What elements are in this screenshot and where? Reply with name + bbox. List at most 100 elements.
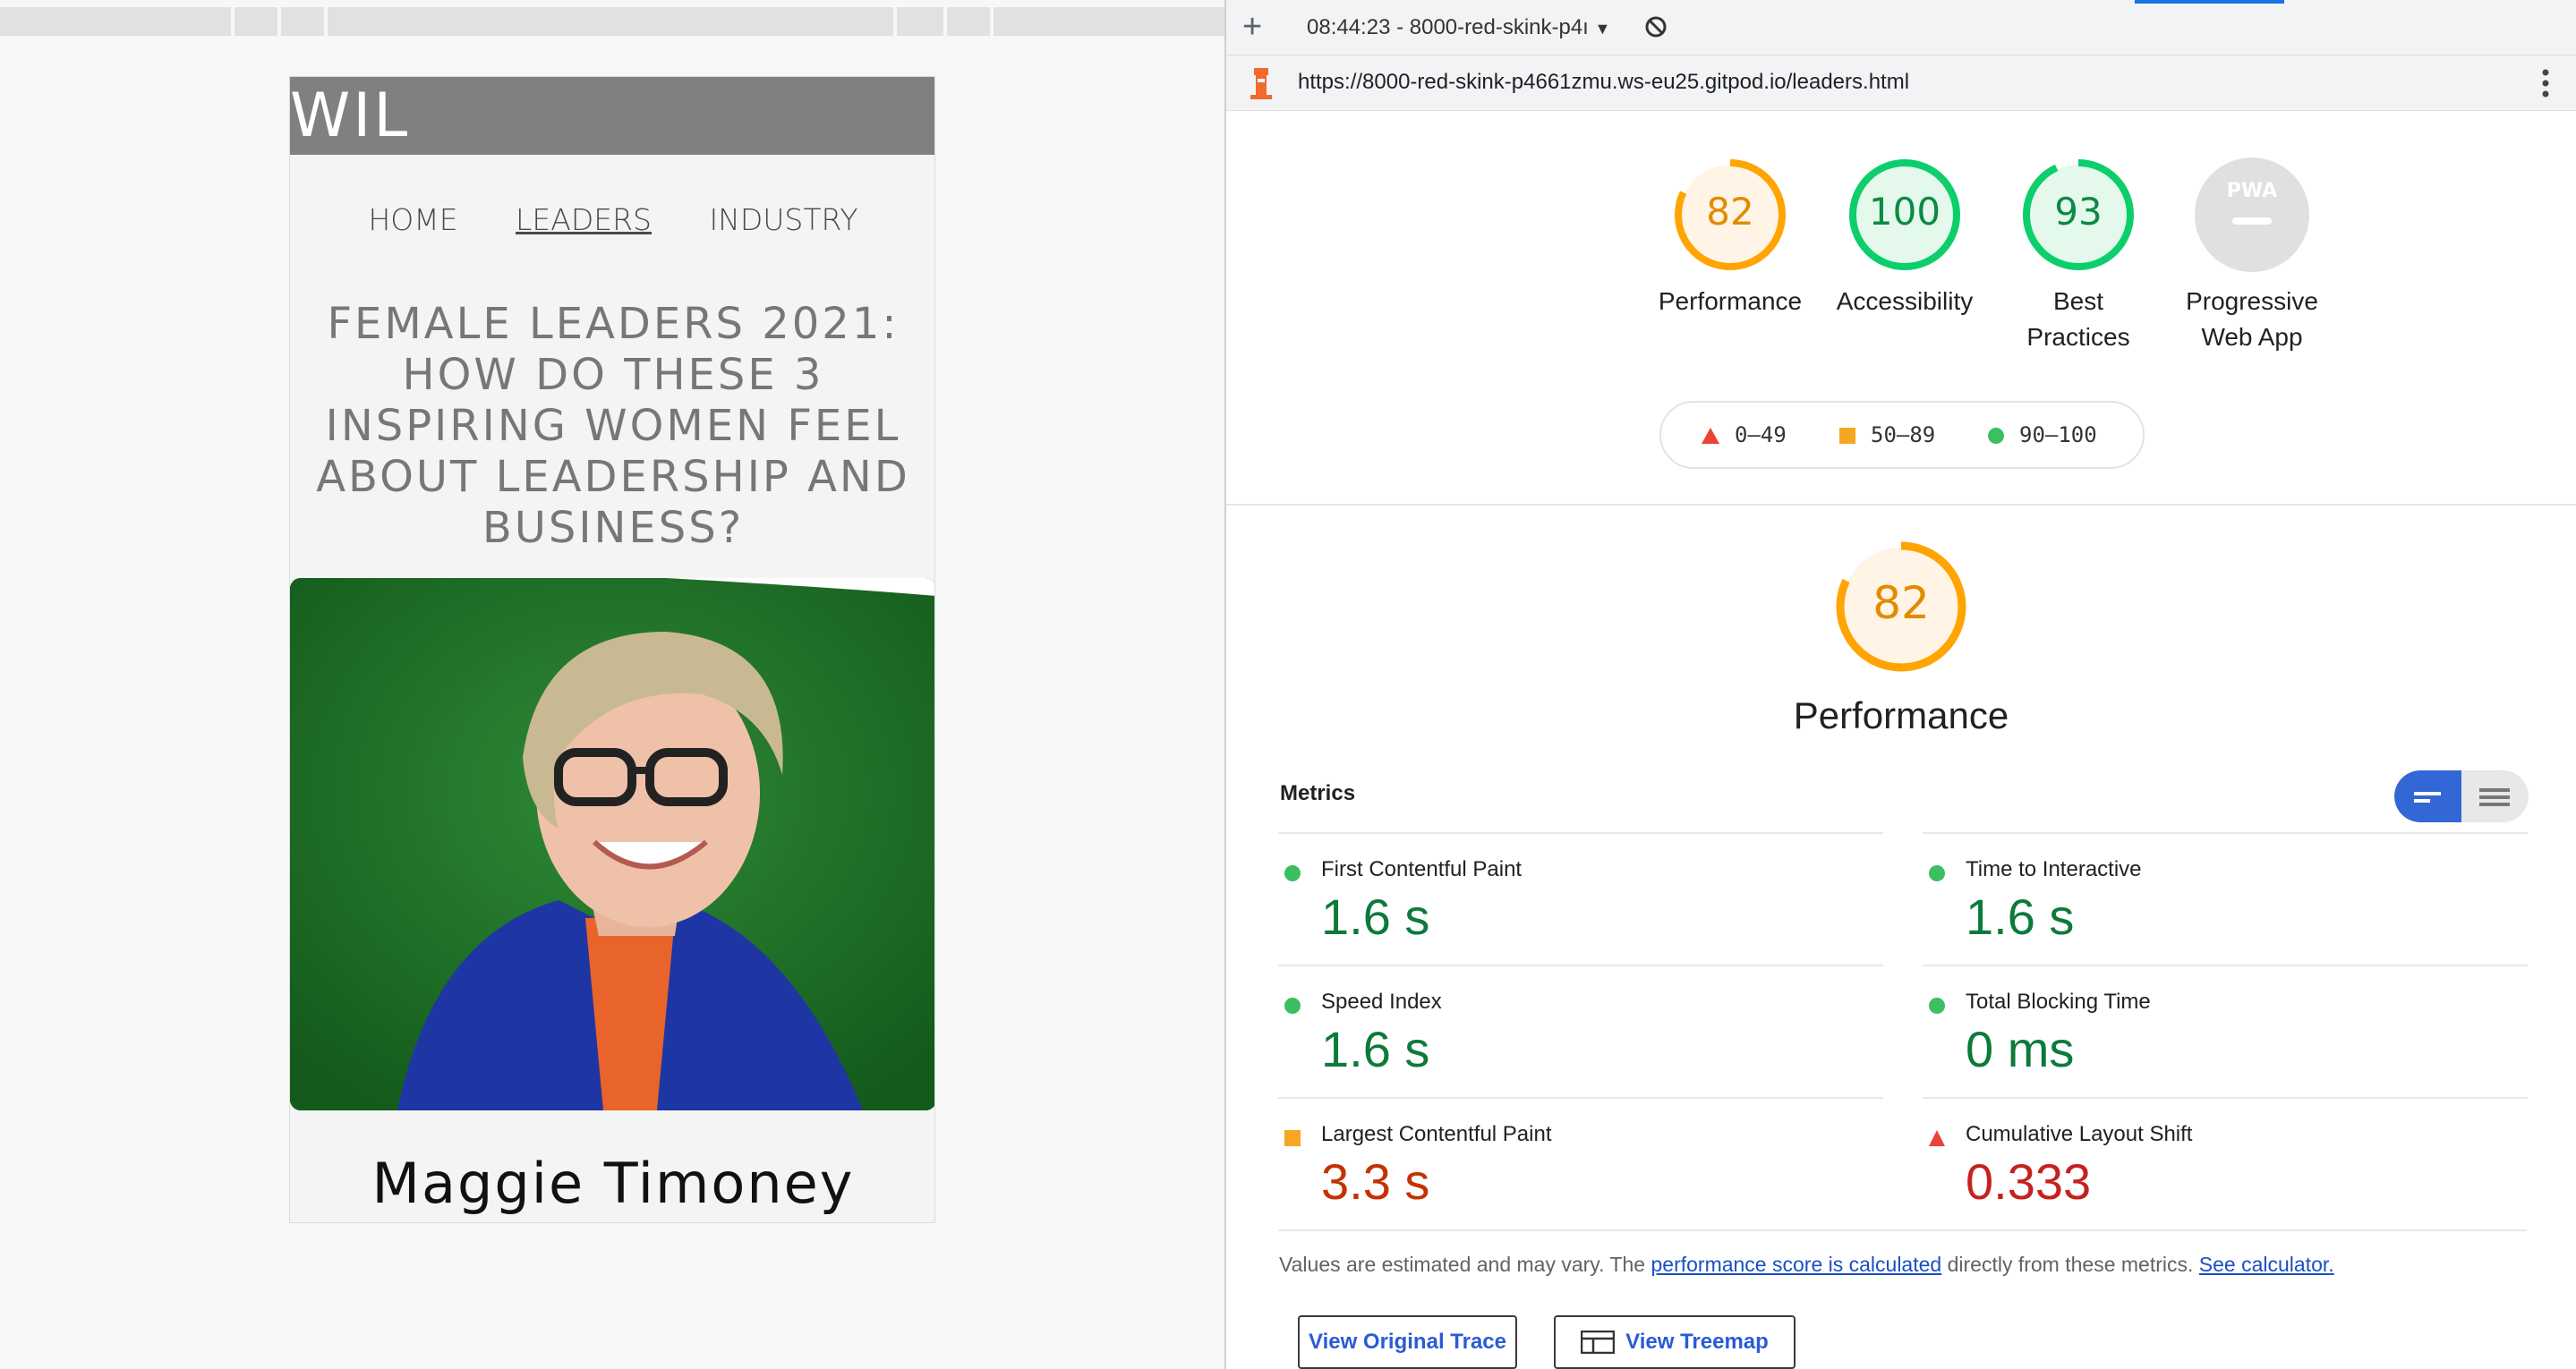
gauge-ring: 82: [1675, 159, 1786, 270]
see-calculator-link[interactable]: See calculator.: [2199, 1253, 2334, 1276]
active-tab-indicator: [2135, 0, 2284, 4]
svg-text:PWA: PWA: [2227, 180, 2277, 202]
lighthouse-panel: + 08:44:23 - 8000-red-skink-p4ı ▼ https:…: [1226, 0, 2576, 1369]
metric-total-blocking-time: Total Blocking Time 0 ms: [1923, 965, 2528, 1097]
metrics-note: Values are estimated and may vary. The p…: [1279, 1253, 2334, 1277]
svg-text:82: 82: [1706, 190, 1753, 234]
gauge-ring: 100: [1849, 159, 1960, 270]
performance-title: Performance: [1793, 694, 2009, 736]
score-calc-link[interactable]: performance score is calculated: [1651, 1253, 1941, 1276]
leader-photo-image: [290, 578, 934, 1110]
pwa-icon: PWA: [2195, 157, 2309, 272]
view-treemap-button[interactable]: View Treemap: [1554, 1315, 1796, 1369]
metric-value: 1.6 s: [1321, 1021, 1430, 1077]
gauge-label: Best Practices: [2026, 287, 2130, 351]
metric-name: Largest Contentful Paint: [1321, 1122, 1552, 1146]
ruler-tick: [231, 7, 235, 36]
clear-icon[interactable]: [1643, 14, 1668, 39]
gauge-performance[interactable]: 82 Performance: [1641, 157, 1820, 319]
leader-name: Maggie Timoney: [371, 1151, 855, 1216]
view-original-trace-button[interactable]: View Original Trace: [1298, 1315, 1517, 1369]
gauge-ring: 82: [1836, 541, 1966, 672]
nav-leaders[interactable]: LEADERS: [516, 202, 652, 237]
metric-name: Speed Index: [1321, 990, 1442, 1014]
pass-icon: [1284, 998, 1301, 1014]
site-header: WIL: [290, 77, 934, 155]
metric-value: 0.333: [1966, 1153, 2092, 1210]
ruler-tick: [990, 7, 994, 36]
gauge-label: Performance: [1658, 287, 1803, 315]
report-url[interactable]: https://8000-red-skink-p4661zmu.ws-eu25.…: [1298, 70, 1909, 95]
page-viewport: WIL HOME LEADERS INDUSTRY FEMALE LEADERS…: [0, 0, 1224, 1369]
ruler-tick: [324, 7, 328, 36]
long-lines-icon[interactable]: [2461, 770, 2529, 822]
score-legend: 0–49 50–89 90–100: [1659, 401, 2145, 469]
chevron-down-icon: ▼: [1594, 20, 1611, 38]
url-bar: https://8000-red-skink-p4661zmu.ws-eu25.…: [1226, 55, 2576, 111]
ruler-tick: [893, 7, 897, 36]
device-ruler: [0, 7, 1224, 36]
gauge-ring: 93: [2023, 159, 2134, 270]
pass-icon: [1929, 998, 1945, 1014]
metric-name: Cumulative Layout Shift: [1966, 1122, 2193, 1146]
legend-label: 50–89: [1871, 422, 1936, 447]
new-report-icon[interactable]: +: [1242, 9, 1262, 45]
view-treemap-label: View Treemap: [1625, 1330, 1769, 1354]
nav-home[interactable]: HOME: [368, 202, 457, 237]
metric-cumulative-layout-shift: Cumulative Layout Shift 0.333: [1923, 1097, 2528, 1229]
more-vert-icon[interactable]: [2542, 68, 2549, 98]
legend-label: 0–49: [1735, 422, 1787, 447]
metrics-view-toggle[interactable]: [2394, 770, 2529, 822]
report-selector-label: 08:44:23 - 8000-red-skink-p4ı: [1307, 15, 1589, 39]
performance-gauge: 82: [1825, 540, 1977, 678]
treemap-icon: [1581, 1331, 1615, 1354]
svg-text:100: 100: [1869, 190, 1941, 234]
note-text: Values are estimated and may vary. The: [1279, 1253, 1651, 1276]
site-nav: HOME LEADERS INDUSTRY: [290, 202, 934, 237]
triangle-icon: [1702, 428, 1719, 444]
average-icon: [1284, 1130, 1301, 1146]
gauge-best-practices[interactable]: 93 Best Practices: [1989, 157, 2168, 355]
legend-label: 90–100: [2019, 422, 2097, 447]
square-icon: [1839, 428, 1855, 444]
gauge-pwa[interactable]: PWA Progressive Web App: [2162, 157, 2341, 355]
report-selector[interactable]: 08:44:23 - 8000-red-skink-p4ı ▼: [1307, 15, 1610, 40]
fail-icon: [1929, 1130, 1945, 1146]
article-title: FEMALE LEADERS 2021: HOW DO THESE 3 INSP…: [316, 299, 910, 553]
metric-value: 1.6 s: [1966, 889, 2075, 945]
metric-first-contentful-paint: First Contentful Paint 1.6 s: [1278, 832, 1883, 965]
circle-icon: [1988, 428, 2004, 444]
metric-time-to-interactive: Time to Interactive 1.6 s: [1923, 832, 2528, 965]
category-gauges: 82 Performance 100 Accessibility 93 Best…: [1226, 116, 2576, 385]
pass-icon: [1929, 865, 1945, 881]
metric-name: Time to Interactive: [1966, 857, 2142, 881]
section-divider: [1226, 504, 2576, 506]
metrics-bottom-divider: [1278, 1229, 2527, 1231]
leader-photo: [290, 578, 934, 1110]
metric-value: 0 ms: [1966, 1021, 2075, 1077]
metric-speed-index: Speed Index 1.6 s: [1278, 965, 1883, 1097]
mobile-page: WIL HOME LEADERS INDUSTRY FEMALE LEADERS…: [289, 76, 935, 1223]
legend-average: 50–89: [1838, 422, 1935, 447]
metrics-heading: Metrics: [1280, 781, 1356, 805]
nav-industry[interactable]: INDUSTRY: [709, 202, 857, 237]
metric-largest-contentful-paint: Largest Contentful Paint 3.3 s: [1278, 1097, 1883, 1229]
gauge-label: Progressive Web App: [2186, 287, 2318, 351]
ruler-tick: [943, 7, 947, 36]
gauge-accessibility[interactable]: 100 Accessibility: [1815, 157, 1994, 319]
gauge-label: Accessibility: [1836, 287, 1974, 315]
legend-fail: 0–49: [1701, 422, 1787, 447]
site-logo[interactable]: WIL: [290, 81, 410, 151]
svg-text:93: 93: [2054, 190, 2102, 234]
metric-name: First Contentful Paint: [1321, 857, 1523, 881]
pass-icon: [1284, 865, 1301, 881]
lighthouse-toolbar: + 08:44:23 - 8000-red-skink-p4ı ▼: [1226, 0, 2576, 55]
lighthouse-icon: [1250, 68, 1272, 99]
svg-text:82: 82: [1872, 577, 1930, 629]
note-text: directly from these metrics.: [1941, 1253, 2199, 1276]
metric-value: 1.6 s: [1321, 889, 1430, 945]
toggle-summary-option[interactable]: [2394, 770, 2461, 822]
legend-pass: 90–100: [1987, 422, 2097, 447]
metric-value: 3.3 s: [1321, 1153, 1430, 1210]
short-lines-icon: [2414, 792, 2441, 803]
